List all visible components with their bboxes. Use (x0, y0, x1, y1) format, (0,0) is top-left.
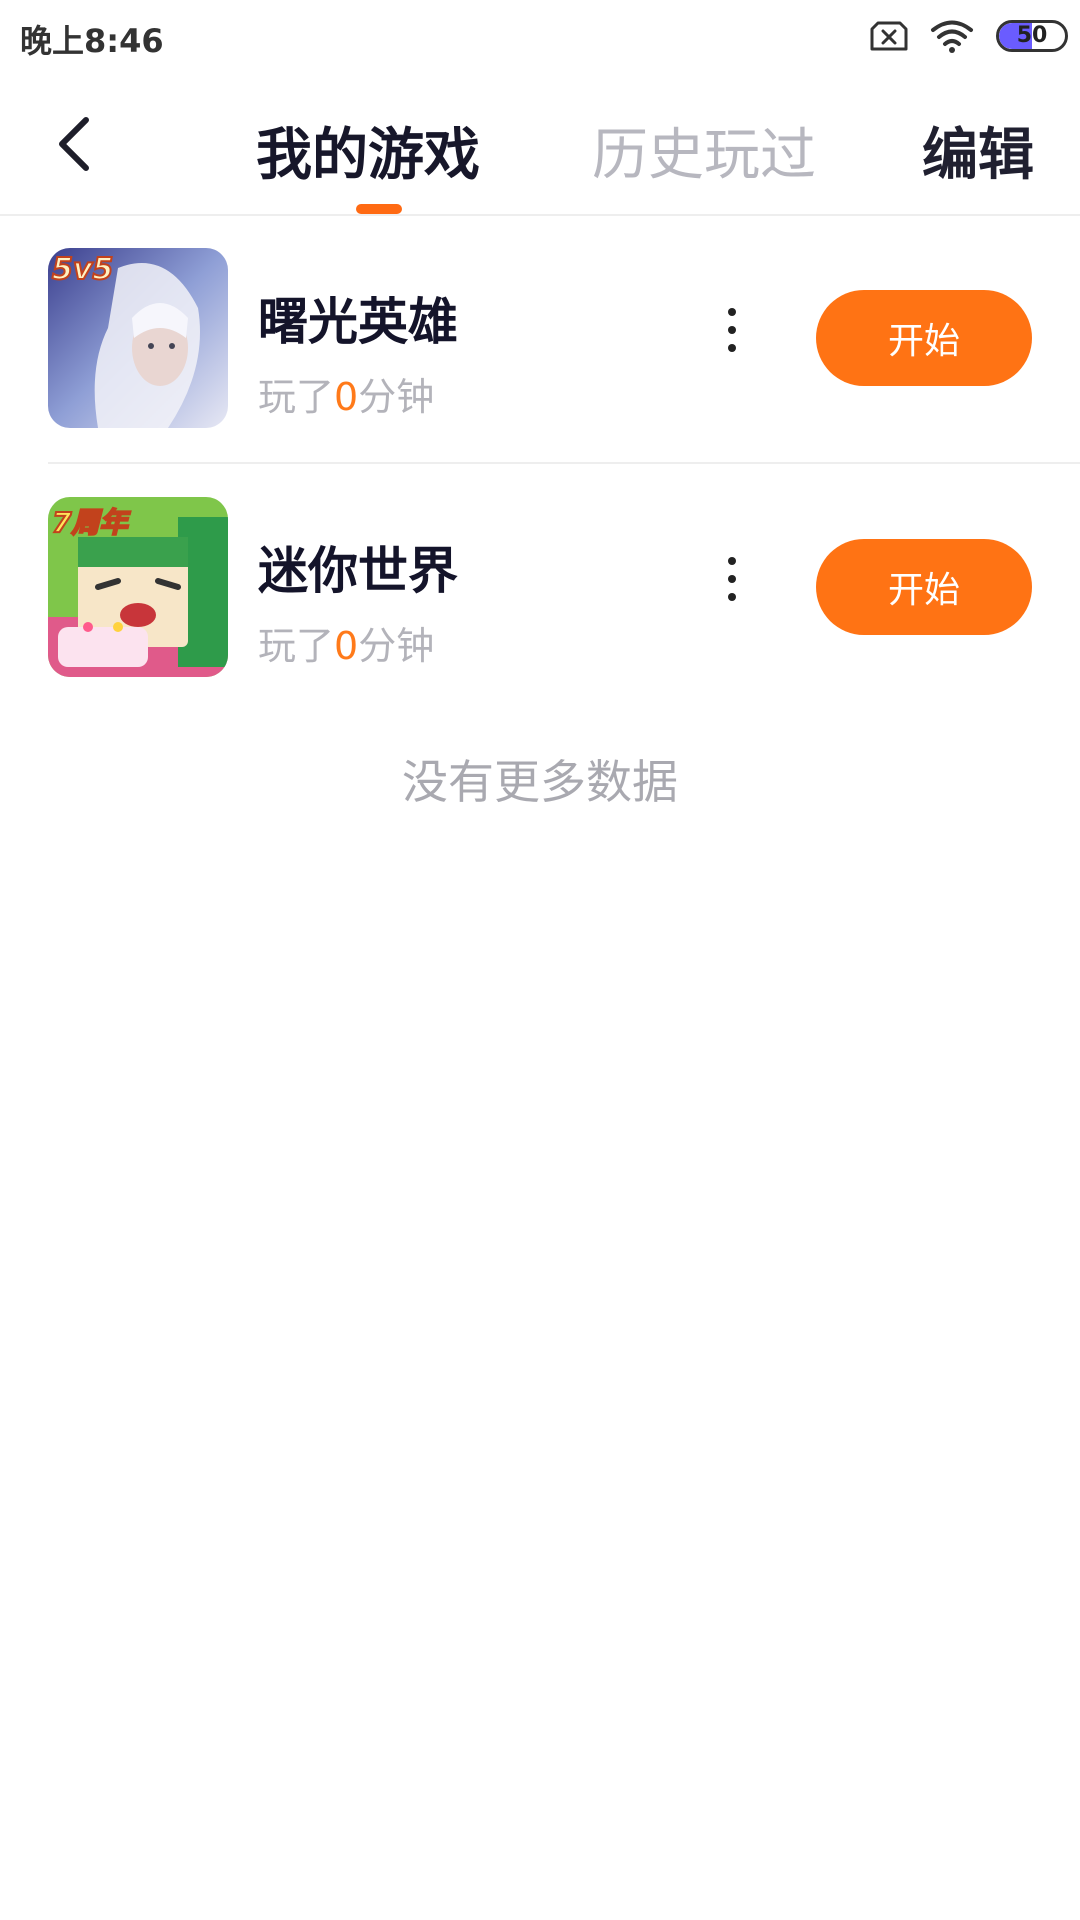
game-icon-badge: 7周年 (51, 505, 128, 540)
battery-icon: 50 (996, 20, 1068, 52)
game-row: 7周年 迷你世界 玩了0分钟 开始 (0, 465, 1080, 713)
tab-my-games[interactable]: 我的游戏 (256, 110, 480, 191)
game-icon-shuguang[interactable]: 5v5 (48, 248, 228, 428)
more-vertical-icon (728, 308, 736, 352)
play-time-suffix: 分钟 (358, 375, 435, 419)
sim-off-icon (870, 21, 908, 51)
edit-button[interactable]: 编辑 (922, 110, 1034, 191)
game-title: 迷你世界 (258, 542, 458, 600)
wifi-icon (931, 20, 973, 53)
more-options-button[interactable] (718, 551, 746, 607)
status-time: 晚上8:46 (20, 22, 164, 60)
no-more-data-text: 没有更多数据 (402, 755, 678, 809)
play-time: 玩了0分钟 (258, 366, 434, 421)
play-time-prefix: 玩了 (258, 624, 335, 668)
game-title: 曙光英雄 (258, 293, 458, 351)
play-time-minutes: 0 (334, 624, 359, 668)
play-time-suffix: 分钟 (358, 624, 435, 668)
tab-history-played[interactable]: 历史玩过 (592, 110, 816, 191)
back-button[interactable] (48, 112, 100, 176)
play-time: 玩了0分钟 (258, 615, 434, 670)
game-icon-badge: 5v5 (51, 251, 114, 288)
start-button[interactable]: 开始 (816, 539, 1032, 635)
start-button[interactable]: 开始 (816, 290, 1032, 386)
more-options-button[interactable] (718, 302, 746, 358)
more-vertical-icon (728, 557, 736, 601)
active-tab-indicator (356, 204, 402, 214)
game-row: 5v5 曙光英雄 玩了0分钟 开始 (0, 216, 1080, 464)
battery-level: 50 (1016, 23, 1048, 48)
play-time-prefix: 玩了 (258, 375, 335, 419)
status-bar: 晚上8:46 50 (0, 0, 1080, 72)
chevron-left-icon (59, 117, 89, 171)
play-time-minutes: 0 (334, 375, 359, 419)
game-icon-mini-world[interactable]: 7周年 (48, 497, 228, 677)
status-icons: 50 (870, 16, 1068, 56)
top-bar: 我的游戏 历史玩过 编辑 (0, 72, 1080, 216)
